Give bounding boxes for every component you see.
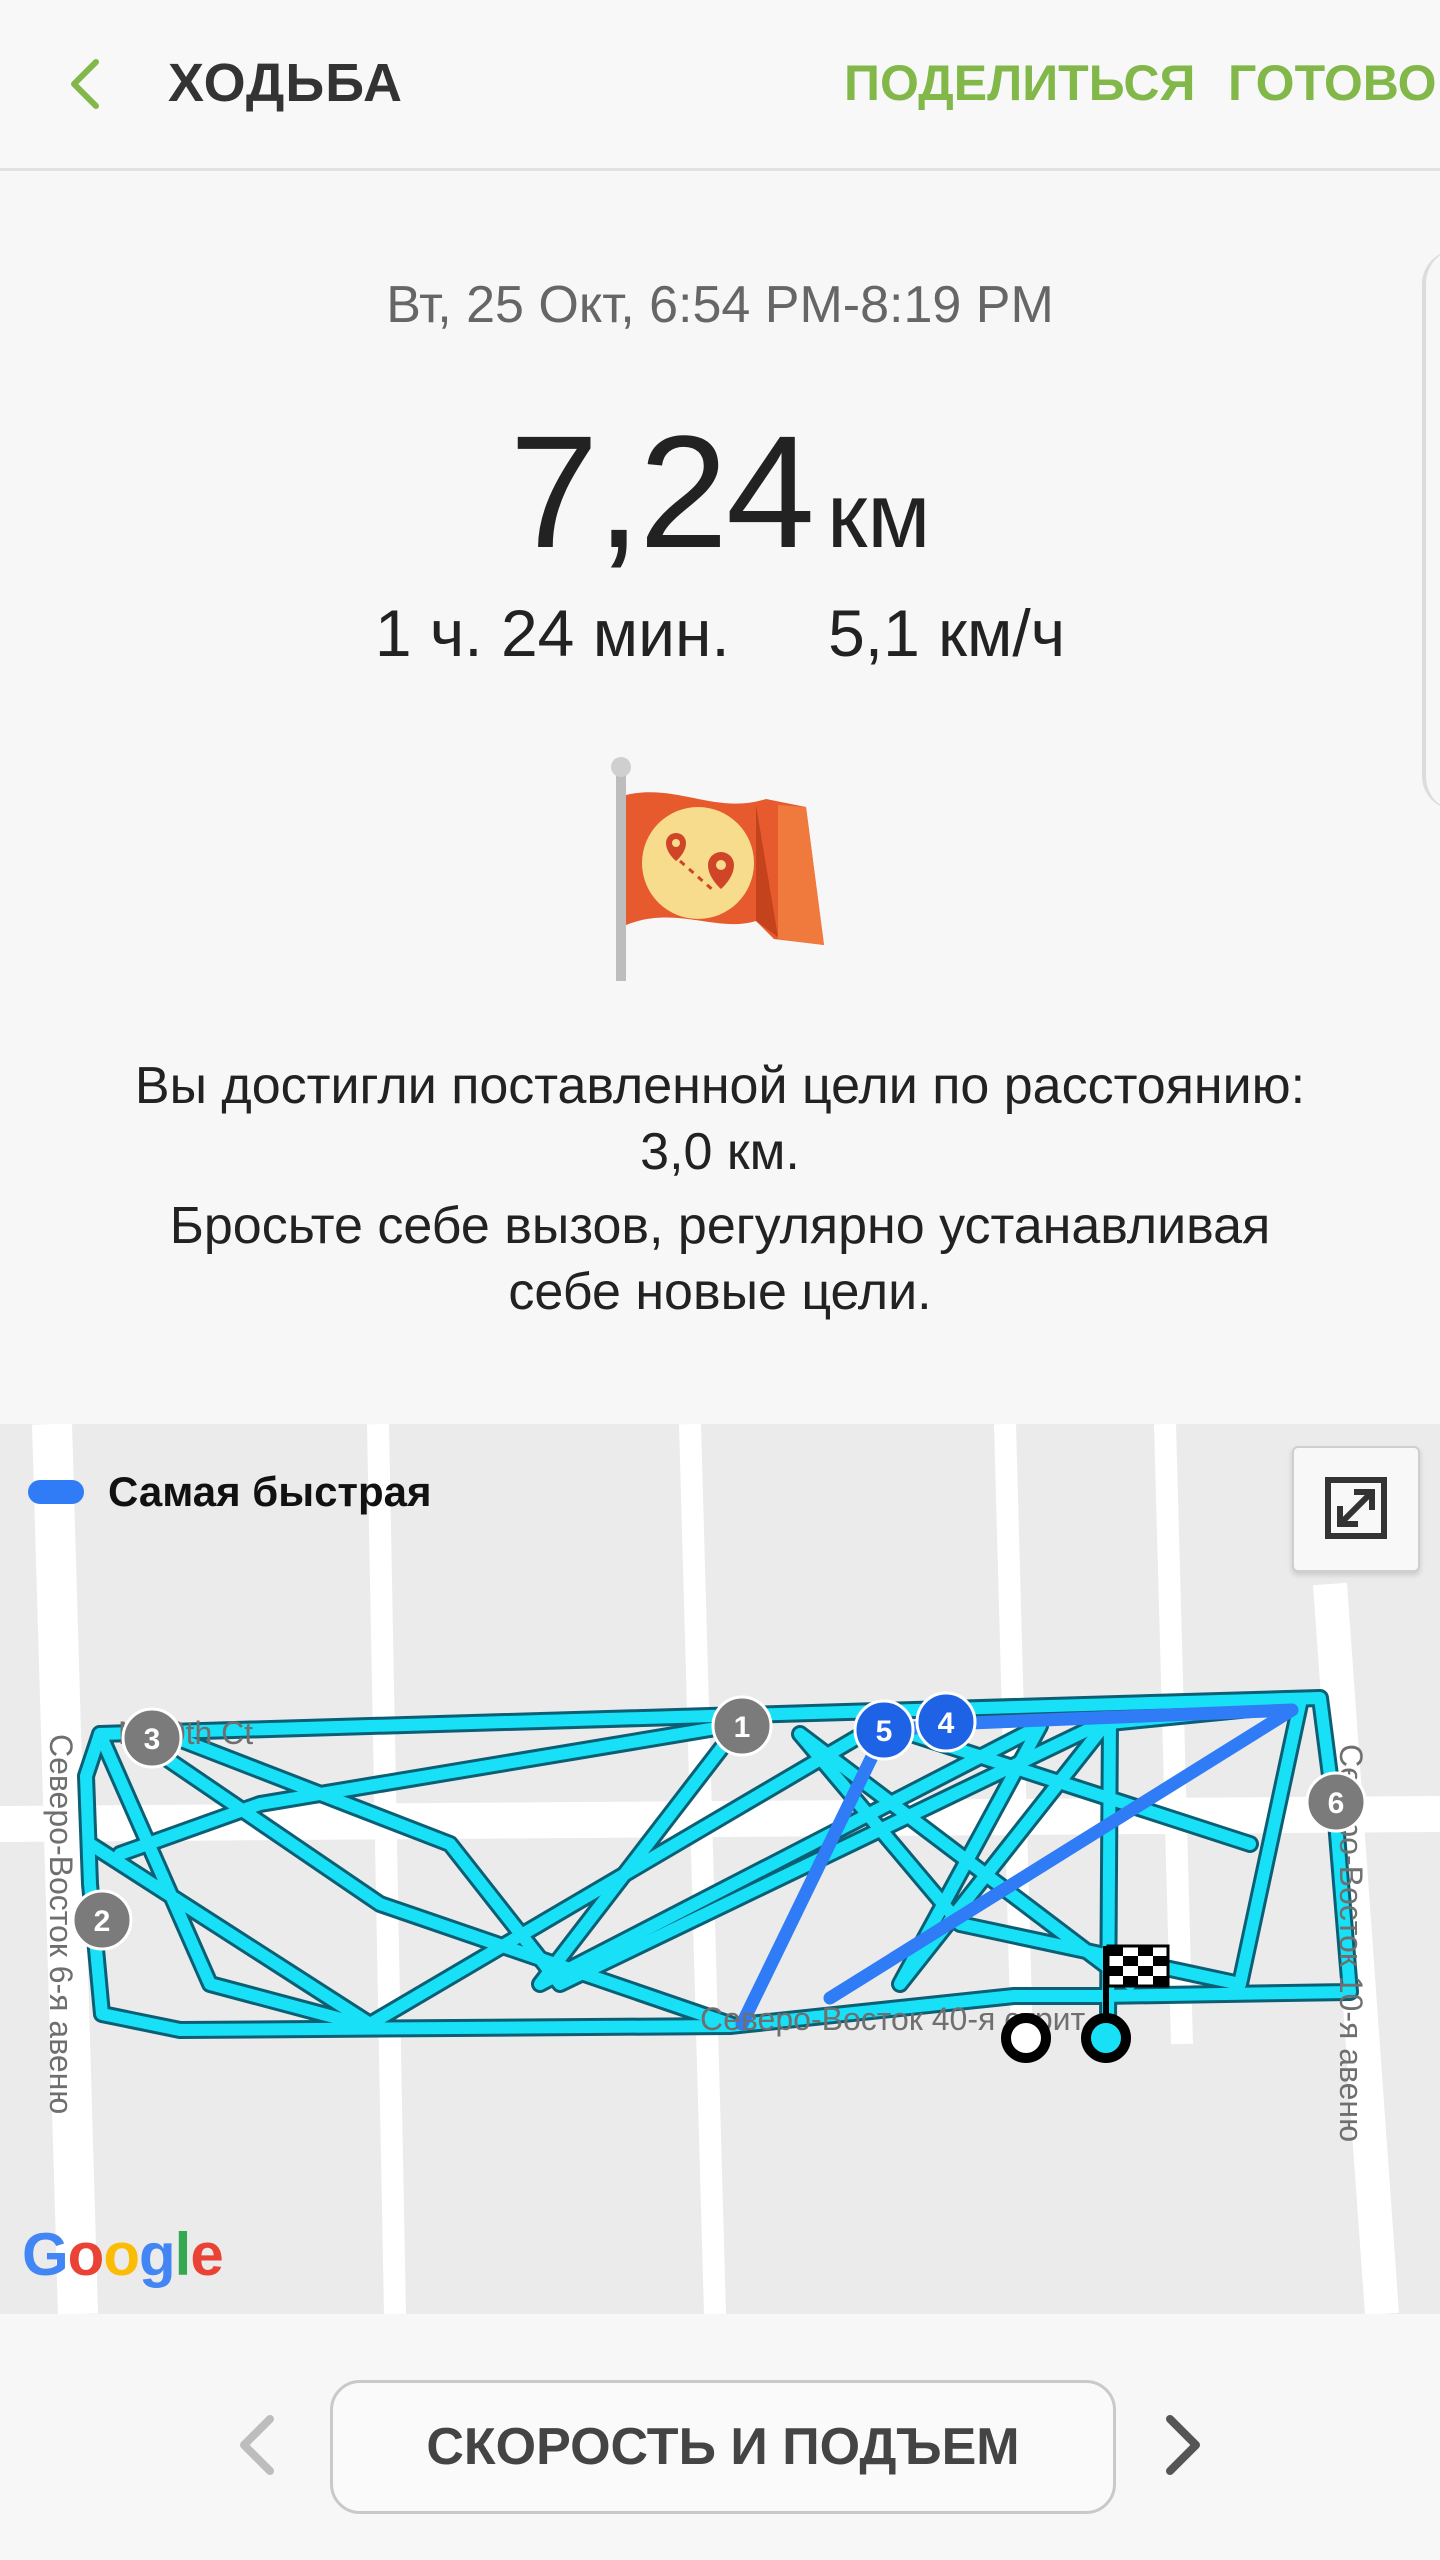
svg-text:4: 4 <box>938 1707 955 1740</box>
workout-date-time: Вт, 25 Окт, 6:54 PM-8:19 PM <box>386 276 1054 334</box>
next-chart-button[interactable] <box>1152 2405 1212 2485</box>
svg-text:6: 6 <box>1328 1787 1345 1820</box>
back-arrow-icon <box>71 59 99 109</box>
distance-display: 7,24 км <box>0 400 1440 584</box>
legend-swatch <box>28 1480 84 1504</box>
goal-achieved-line1: Вы достигли поставленной цели по расстоя… <box>134 1057 1306 1115</box>
distance-value: 7,24 <box>509 402 815 581</box>
split-marker-5[interactable]: 5 <box>853 1699 915 1761</box>
goal-flag-icon <box>606 755 832 985</box>
chevron-right-icon <box>1166 2415 1200 2475</box>
route-map[interactable]: N 40th Ct Северо-Восток 6-я авеню Северо… <box>0 1424 1440 2314</box>
legend-label: Самая быстрая <box>108 1468 432 1515</box>
stats-row: 1 ч. 24 мин. 5,1 км/ч <box>0 595 1440 671</box>
duration-value: 1 ч. 24 мин. <box>374 596 730 670</box>
map-legend: Самая быстрая <box>28 1468 432 1516</box>
speed-value: 5,1 км/ч <box>828 596 1066 670</box>
svg-text:3: 3 <box>144 1723 161 1756</box>
split-marker-1[interactable]: 1 <box>711 1695 773 1757</box>
back-button[interactable] <box>54 44 134 124</box>
split-marker-6[interactable]: 6 <box>1305 1771 1367 1833</box>
goal-achieved-line2: 3,0 км. <box>640 1123 800 1181</box>
page-title: ХОДЬБА <box>168 53 403 113</box>
expand-icon <box>1325 1477 1387 1539</box>
expand-map-button[interactable] <box>1292 1446 1420 1572</box>
google-logo: Google <box>22 2221 224 2288</box>
chevron-left-icon <box>240 2415 274 2475</box>
svg-text:2: 2 <box>94 1905 111 1938</box>
share-button[interactable]: ПОДЕЛИТЬСЯ <box>844 54 1195 112</box>
done-button[interactable]: ГОТОВО <box>1228 54 1437 112</box>
previous-chart-button[interactable] <box>228 2405 288 2485</box>
start-marker-icon <box>1001 2013 1051 2063</box>
split-marker-4[interactable]: 4 <box>915 1691 977 1753</box>
distance-unit: км <box>826 465 931 567</box>
challenge-line2: себе новые цели. <box>508 1263 932 1321</box>
svg-text:1: 1 <box>734 1711 751 1744</box>
split-marker-3[interactable]: 3 <box>121 1707 183 1769</box>
svg-text:5: 5 <box>876 1715 893 1748</box>
split-marker-2[interactable]: 2 <box>71 1889 133 1951</box>
app-bar: ХОДЬБА ПОДЕЛИТЬСЯ ГОТОВО <box>0 0 1440 171</box>
challenge-line1: Бросьте себе вызов, регулярно устанавлив… <box>169 1197 1271 1255</box>
speed-elevation-button[interactable]: СКОРОСТЬ И ПОДЪЕМ <box>330 2380 1116 2514</box>
